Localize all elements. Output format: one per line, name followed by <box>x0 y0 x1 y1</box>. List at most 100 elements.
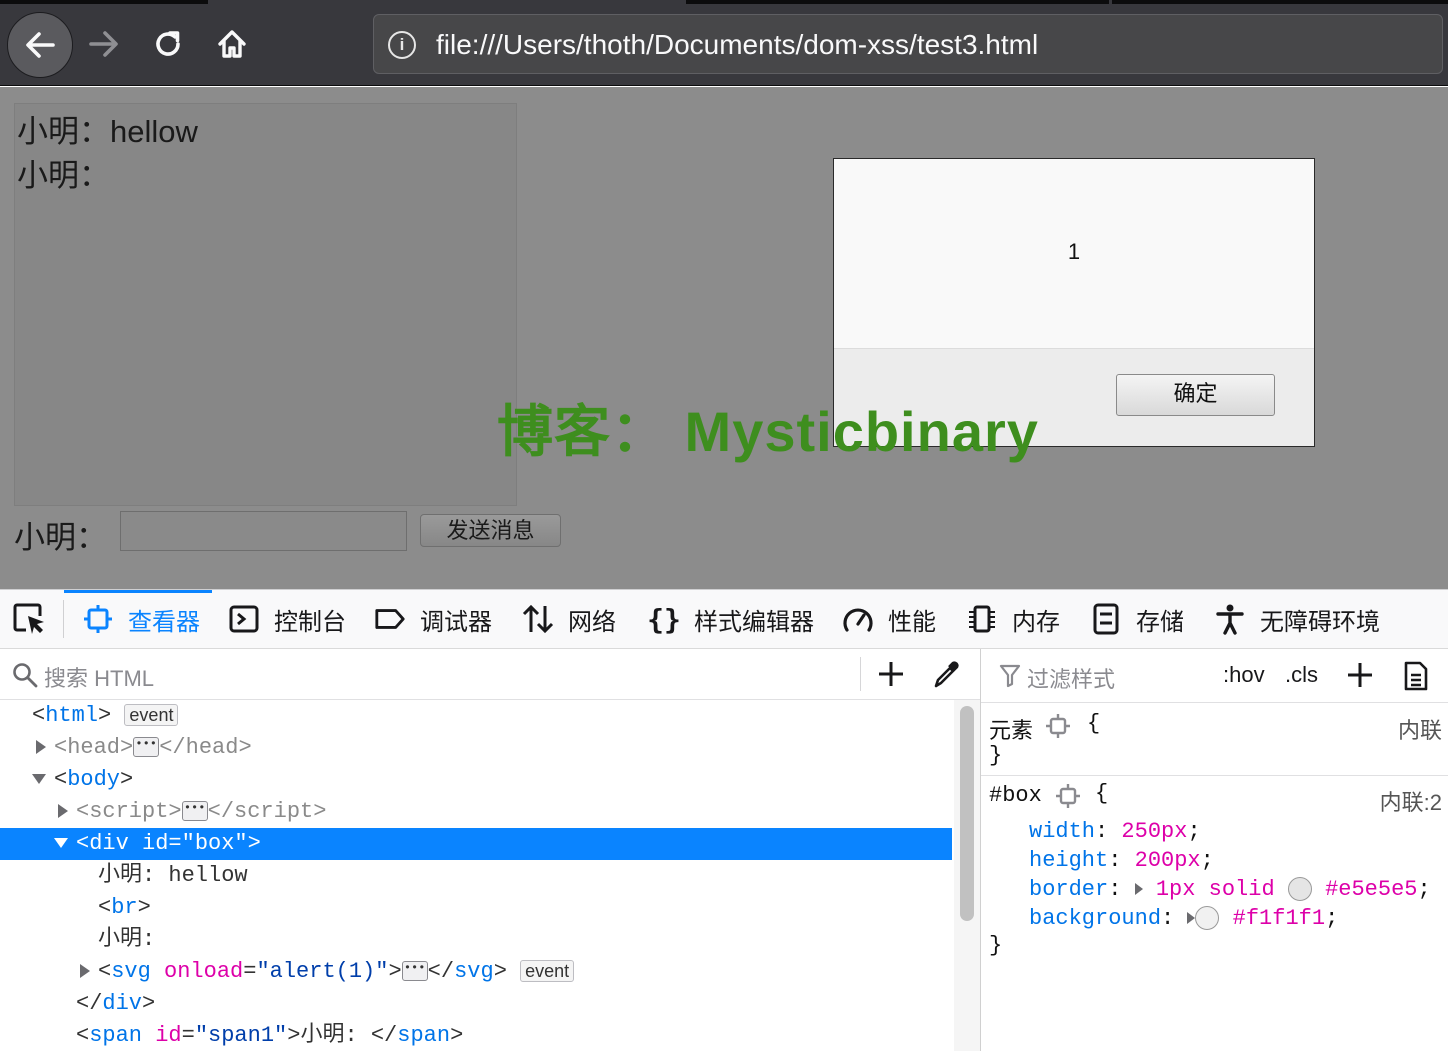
message-line: 小明： <box>17 158 110 193</box>
html-search-bar: 搜索 HTML <box>0 649 980 700</box>
css-value: 1px solid <box>1155 877 1275 902</box>
tag-name: head <box>67 735 121 760</box>
collapsed-content-icon[interactable]: ••• <box>133 737 160 758</box>
css-declaration[interactable]: height: 200px; <box>1029 848 1214 873</box>
alert-message: 1 <box>1067 239 1081 264</box>
tab-performance[interactable]: 性能 <box>842 590 936 648</box>
tree-row-br[interactable]: <br> <box>0 892 952 924</box>
performance-icon <box>842 604 874 634</box>
tree-row-text[interactable]: 小明: hellow <box>0 860 952 892</box>
add-rule-icon[interactable] <box>1345 660 1375 690</box>
element-picker-icon <box>13 603 44 634</box>
tag-name: span <box>89 1023 143 1048</box>
home-icon <box>218 30 246 58</box>
tab-debugger[interactable]: 调试器 <box>374 590 492 648</box>
url-bar[interactable]: i file:///Users/thoth/Documents/dom-xss/… <box>373 14 1443 74</box>
eyedropper-icon[interactable] <box>932 659 962 689</box>
tab-label: 调试器 <box>420 608 492 636</box>
cls-toggle[interactable]: .cls <box>1285 662 1318 688</box>
collapse-icon[interactable] <box>54 838 68 849</box>
rule-origin[interactable]: 内联 <box>1398 713 1442 745</box>
tree-row-div-box[interactable]: <div id="box"> <box>0 828 952 860</box>
alert-ok-button[interactable]: 确定 <box>1116 374 1275 416</box>
tab-style-editor[interactable]: {} 样式编辑器 <box>647 590 814 648</box>
rule-open-brace: { <box>1087 711 1101 736</box>
tab-inspector[interactable]: 查看器 <box>64 590 212 648</box>
color-swatch[interactable] <box>1287 877 1312 902</box>
tree-row-script[interactable]: <script> ••• </script> <box>0 796 952 828</box>
tree-row-text[interactable]: 小明: <box>0 924 952 956</box>
element-picker-button[interactable] <box>12 590 48 648</box>
attr-value: "box" <box>181 831 248 856</box>
css-declaration[interactable]: border: 1px solid #e5e5e5; <box>1029 877 1431 902</box>
tag-name: svg <box>111 959 151 984</box>
collapsed-content-icon[interactable]: ••• <box>181 801 208 822</box>
markup-scrollbar[interactable] <box>954 700 980 1051</box>
rule-separator <box>981 775 1448 776</box>
expand-icon[interactable] <box>1187 912 1196 925</box>
color-swatch[interactable] <box>1195 906 1220 931</box>
send-message-button[interactable]: 发送消息 <box>420 514 561 547</box>
tree-row-body[interactable]: <body> <box>0 764 952 796</box>
add-node-icon[interactable] <box>876 659 906 689</box>
tag-name: script <box>89 799 169 824</box>
span-text: 小明: <box>300 1023 371 1048</box>
debugger-icon <box>374 604 406 634</box>
tag-name: html <box>45 703 99 728</box>
accessibility-icon <box>1214 604 1246 635</box>
tree-row-span[interactable]: <span id="span1">小明: </span> <box>0 1020 952 1052</box>
css-declaration[interactable]: width: 250px; <box>1029 819 1201 844</box>
css-declaration[interactable]: background: #f1f1f1; <box>1029 906 1338 931</box>
collapse-icon[interactable] <box>32 774 46 785</box>
rule-origin[interactable]: 内联:2 <box>1380 785 1442 817</box>
event-badge[interactable]: event <box>124 704 179 727</box>
devtools-toolbar: 查看器 控制台 调试器 网络 {} 样式编辑器 性能 内存 存储 无障碍环境 <box>0 590 1448 649</box>
rule-open-brace: { <box>1095 781 1109 806</box>
node-target-icon[interactable] <box>1055 783 1081 809</box>
dom-tree: <html> event <head> ••• </head> <body> <sc… <box>0 700 952 1051</box>
collapsed-content-icon[interactable]: ••• <box>401 961 428 982</box>
hov-toggle[interactable]: :hov <box>1223 662 1265 688</box>
node-target-icon[interactable] <box>1045 713 1071 739</box>
forward-button[interactable] <box>74 14 134 74</box>
tree-row-div-close[interactable]: </div> <box>0 988 952 1020</box>
html-search-input[interactable]: 搜索 HTML <box>44 661 154 693</box>
css-color-value: #f1f1f1 <box>1232 906 1326 931</box>
expand-icon[interactable] <box>1134 883 1143 896</box>
tree-row-html[interactable]: <html> event <box>0 700 952 732</box>
attr-value: "span1" <box>194 1023 288 1048</box>
expand-icon[interactable] <box>36 740 46 755</box>
home-button[interactable] <box>202 14 262 74</box>
tab-accessibility[interactable]: 无障碍环境 <box>1214 590 1380 648</box>
inspector-icon <box>82 604 114 634</box>
message-input[interactable] <box>120 511 407 551</box>
tag-name: head <box>185 735 239 760</box>
tab-label: 存储 <box>1136 608 1184 636</box>
tree-row-head[interactable]: <head> ••• </head> <box>0 732 952 764</box>
tag-name: div <box>102 991 143 1016</box>
scroll-thumb[interactable] <box>960 706 974 921</box>
tab-label: 查看器 <box>128 608 200 636</box>
tab-storage[interactable]: 存储 <box>1090 590 1184 648</box>
reload-button[interactable] <box>138 14 198 74</box>
tab-network[interactable]: 网络 <box>522 590 616 648</box>
tree-row-svg[interactable]: <svg onload="alert(1)"> ••• </svg> event <box>0 956 952 988</box>
message-line: 小明：hellow <box>17 114 198 149</box>
info-icon[interactable]: i <box>388 31 416 59</box>
expand-icon[interactable] <box>80 964 90 979</box>
message-box: 小明：hellow 小明： <box>14 103 517 506</box>
back-button[interactable] <box>7 12 73 78</box>
tag-name: br <box>111 895 138 920</box>
tab-label: 控制台 <box>274 608 346 636</box>
watermark: 博客： Mysticbinary <box>497 400 1039 463</box>
print-media-icon[interactable] <box>1403 660 1429 692</box>
box-rule-selector: #box <box>989 783 1042 808</box>
search-icon <box>13 663 38 688</box>
tab-memory[interactable]: 内存 <box>966 590 1060 648</box>
tab-console[interactable]: 控制台 <box>228 590 346 648</box>
tab-label: 内存 <box>1012 608 1060 636</box>
style-filter-input[interactable]: 过滤样式 <box>1027 662 1115 694</box>
attr-name: onload <box>164 959 244 984</box>
event-badge[interactable]: event <box>520 960 575 983</box>
expand-icon[interactable] <box>58 804 68 819</box>
